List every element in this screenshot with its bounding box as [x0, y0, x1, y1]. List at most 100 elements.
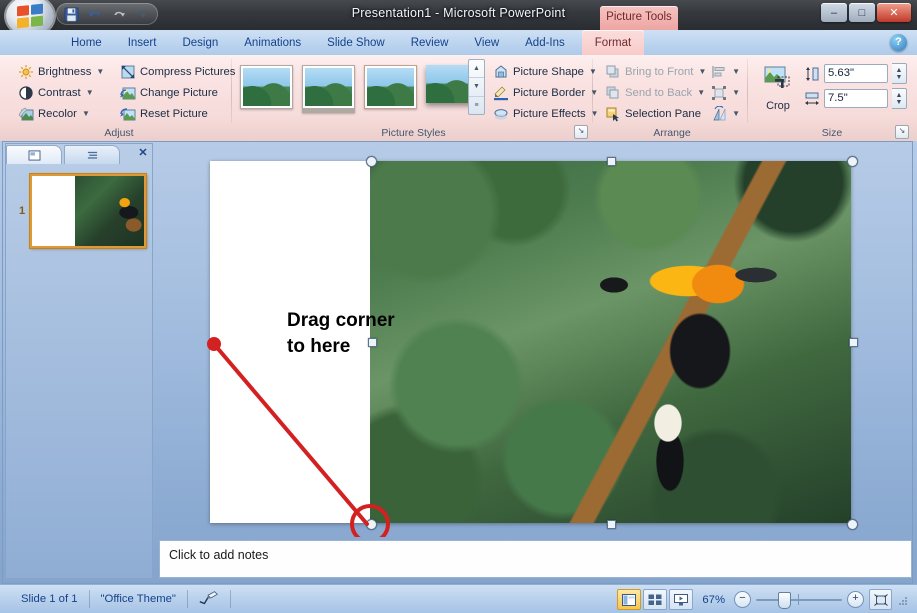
compress-pictures-icon: [120, 64, 136, 80]
rotate-icon: [711, 105, 727, 122]
send-to-back-button[interactable]: Send to Back ▼: [601, 82, 710, 103]
tab-animations[interactable]: Animations: [231, 30, 314, 55]
zoom-in-button[interactable]: +: [847, 591, 864, 608]
outline-tab[interactable]: [64, 145, 120, 164]
help-icon[interactable]: ?: [890, 34, 907, 51]
gallery-scroll-down-button[interactable]: ▼: [469, 78, 484, 97]
outline-tab-icon: [87, 151, 97, 159]
picture-border-button[interactable]: Picture Border ▼: [489, 82, 598, 103]
zoom-slider-thumb[interactable]: [778, 592, 791, 609]
picture-shape-button[interactable]: Picture Shape ▼: [489, 61, 597, 82]
tab-home[interactable]: Home: [58, 30, 115, 55]
picture-style-option[interactable]: [302, 65, 355, 113]
tab-insert[interactable]: Insert: [115, 30, 170, 55]
minimize-button[interactable]: –: [821, 3, 847, 22]
send-to-back-icon: [605, 85, 621, 101]
change-picture-button[interactable]: Change Picture: [116, 82, 239, 103]
tab-format[interactable]: Format: [581, 30, 645, 55]
zoom-slider[interactable]: [756, 592, 842, 609]
size-dialog-launcher[interactable]: ↘: [895, 125, 909, 139]
close-button[interactable]: ✕: [877, 3, 911, 22]
reset-picture-button[interactable]: Reset Picture: [116, 103, 239, 124]
picture-style-option[interactable]: [240, 65, 293, 109]
selection-handle-middle-left[interactable]: [368, 338, 377, 347]
selection-pane-button[interactable]: Selection Pane: [601, 103, 710, 124]
slide-sorter-view-button[interactable]: [643, 589, 668, 610]
slide-count-status[interactable]: Slide 1 of 1: [10, 590, 90, 608]
tab-view[interactable]: View: [461, 30, 512, 55]
customize-qat-icon[interactable]: [132, 5, 154, 23]
group-button[interactable]: ▼: [707, 82, 744, 103]
zoom-out-button[interactable]: −: [734, 591, 751, 608]
status-bar: Slide 1 of 1 "Office Theme" 67% − +: [0, 584, 917, 613]
picture-style-option[interactable]: [364, 65, 417, 109]
gallery-scroll-up-button[interactable]: ▲: [469, 60, 484, 79]
selection-pane-label: Selection Pane: [625, 107, 701, 120]
zoom-level-label[interactable]: 67%: [698, 594, 729, 606]
picture-shape-label: Picture Shape: [513, 65, 584, 78]
picture-shape-icon: [493, 64, 509, 80]
redo-icon: [108, 5, 130, 23]
ribbon-group-picture-styles: ▲ ▼ ≡ Picture Shape ▼ Picture Border: [236, 55, 599, 141]
crop-button[interactable]: Crop: [756, 59, 800, 117]
save-icon[interactable]: [60, 5, 82, 23]
status-right-cluster: 67% − +: [617, 589, 909, 610]
gallery-more-button[interactable]: ≡: [469, 97, 484, 114]
ribbon: Brightness ▼ Contrast ▼ Recolor ▼ Compre…: [0, 55, 917, 142]
selection-handle-bottom-right[interactable]: [847, 519, 858, 530]
close-pane-button[interactable]: ✕: [136, 146, 150, 160]
shape-height-stepper[interactable]: ▲ ▼: [892, 63, 907, 84]
shape-width-stepper[interactable]: ▲ ▼: [892, 88, 907, 109]
size-group-title: Size: [821, 127, 843, 139]
compress-pictures-button[interactable]: Compress Pictures: [116, 61, 239, 82]
tab-design[interactable]: Design: [169, 30, 231, 55]
chevron-down-icon: ▼: [698, 67, 707, 76]
undo-icon[interactable]: [84, 5, 106, 23]
office-logo-icon: [17, 3, 43, 29]
notes-pane[interactable]: Click to add notes: [159, 540, 912, 578]
brightness-button[interactable]: Brightness ▼: [14, 61, 108, 82]
picture-effects-icon: [493, 106, 509, 122]
tab-review[interactable]: Review: [398, 30, 462, 55]
normal-view-button[interactable]: [617, 589, 642, 610]
selection-handle-bottom-left[interactable]: [366, 519, 377, 530]
slides-pane: ✕ 1: [5, 143, 153, 579]
tab-slide-show[interactable]: Slide Show: [314, 30, 398, 55]
spellcheck-icon: [199, 591, 218, 605]
shape-width-input[interactable]: 7.5": [824, 89, 888, 108]
chevron-down-icon: ▼: [732, 109, 740, 118]
thumbnail-blank-area: [32, 176, 75, 246]
picture-effects-label: Picture Effects: [513, 107, 586, 120]
contrast-button[interactable]: Contrast ▼: [14, 82, 108, 103]
picture-effects-button[interactable]: Picture Effects ▼: [489, 103, 599, 124]
picture-styles-scroll: ▲ ▼ ≡: [468, 59, 485, 115]
slide-show-view-button[interactable]: [669, 589, 694, 610]
tab-add-ins[interactable]: Add-Ins: [512, 30, 578, 55]
slide-thumbnail-item[interactable]: 1: [14, 172, 152, 250]
group-icon: [711, 85, 727, 101]
fit-slide-to-window-button[interactable]: [869, 589, 892, 610]
selection-handle-top-left[interactable]: [366, 156, 377, 167]
adjust-group-title: Adjust: [104, 127, 134, 139]
align-button[interactable]: ▼: [707, 61, 744, 82]
picture-border-icon: [493, 85, 509, 101]
recolor-button[interactable]: Recolor ▼: [14, 103, 108, 124]
selection-handle-top-right[interactable]: [847, 156, 858, 167]
contrast-label: Contrast: [38, 86, 81, 99]
resize-grip-icon[interactable]: [897, 594, 909, 606]
selection-handle-top-middle[interactable]: [607, 157, 616, 166]
selection-handle-middle-right[interactable]: [849, 338, 858, 347]
picture-style-option[interactable]: [426, 65, 473, 103]
picture-styles-dialog-launcher[interactable]: ↘: [574, 125, 588, 139]
bring-to-front-button[interactable]: Bring to Front ▼: [601, 61, 710, 82]
rotate-button[interactable]: ▼: [707, 103, 744, 124]
theme-status[interactable]: "Office Theme": [90, 590, 188, 608]
spellcheck-status[interactable]: [188, 590, 231, 608]
shape-height-input[interactable]: 5.63": [824, 64, 888, 83]
slide-editing-area[interactable]: Drag corner to here: [159, 143, 912, 537]
slides-tab[interactable]: [6, 145, 62, 164]
selection-handle-bottom-middle[interactable]: [607, 520, 616, 529]
slide-canvas[interactable]: Drag corner to here: [210, 161, 851, 523]
picture-tools-contextual-label: Picture Tools: [600, 6, 678, 30]
maximize-button[interactable]: □: [849, 3, 875, 22]
